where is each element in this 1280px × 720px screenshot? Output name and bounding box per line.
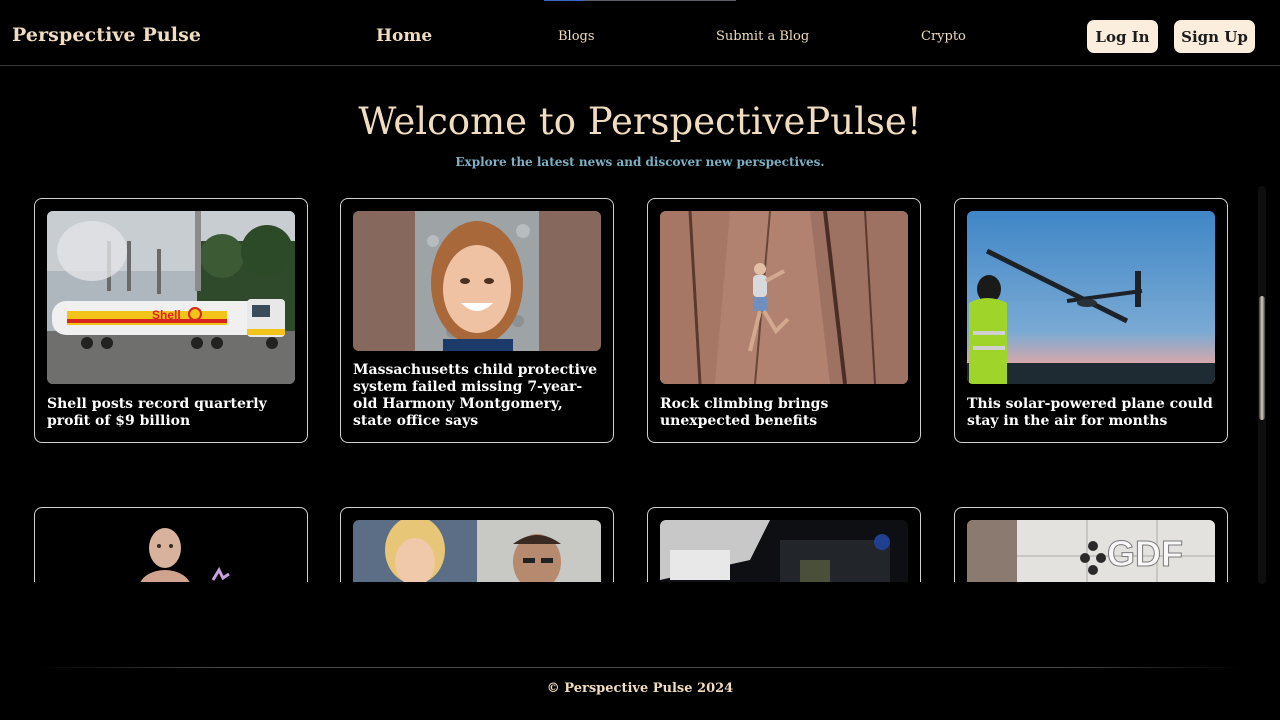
article-card[interactable] <box>34 507 308 582</box>
nav-crypto[interactable]: Crypto <box>921 29 966 44</box>
nav-submit-blog[interactable]: Submit a Blog <box>716 29 809 44</box>
signup-button[interactable]: Sign Up <box>1174 20 1255 53</box>
article-card[interactable]: Massachusetts child protective system fa… <box>340 198 614 443</box>
article-card[interactable]: GDF <box>954 507 1228 582</box>
child-portrait-image <box>353 211 601 351</box>
shell-tanker-truck-image: Shell <box>47 211 295 384</box>
gdf-sign-image: GDF <box>967 520 1215 582</box>
mugshots-image <box>353 520 601 582</box>
nav-blogs[interactable]: Blogs <box>558 29 595 44</box>
footer-divider <box>40 667 1240 668</box>
site-header: Perspective Pulse Home Blogs Submit a Bl… <box>0 0 1280 66</box>
solar-plane-image <box>967 211 1215 384</box>
hero-subtitle: Explore the latest news and discover new… <box>455 155 825 169</box>
article-card[interactable]: Rock climbing brings unexpected benefits <box>647 198 921 443</box>
article-card[interactable] <box>340 507 614 582</box>
article-title[interactable]: Massachusetts child protective system fa… <box>353 362 603 430</box>
hero-title: Welcome to PerspectivePulse! <box>358 100 922 143</box>
article-card[interactable]: This solar-powered plane could stay in t… <box>954 198 1228 443</box>
site-logo[interactable]: Perspective Pulse <box>12 24 201 46</box>
article-card[interactable]: Shell Shell posts record quarterly profi… <box>34 198 308 443</box>
login-button[interactable]: Log In <box>1087 20 1158 53</box>
rock-climber-image <box>660 211 908 384</box>
article-card[interactable] <box>647 507 921 582</box>
article-grid: Shell Shell posts record quarterly profi… <box>0 186 1280 582</box>
article-title[interactable]: Shell posts record quarterly profit of $… <box>47 396 297 430</box>
svg-text:GDF: GDF <box>1107 533 1183 574</box>
space-capsule-image <box>660 520 908 582</box>
nav-home[interactable]: Home <box>376 26 432 46</box>
svg-text:Shell: Shell <box>152 308 181 322</box>
article-title[interactable]: This solar-powered plane could stay in t… <box>967 396 1217 430</box>
article-title[interactable]: Rock climbing brings unexpected benefits <box>660 396 910 430</box>
baby-avatar-image <box>47 520 295 582</box>
site-footer: © Perspective Pulse 2024 <box>546 681 734 696</box>
scrollbar-thumb[interactable] <box>1259 296 1265 420</box>
